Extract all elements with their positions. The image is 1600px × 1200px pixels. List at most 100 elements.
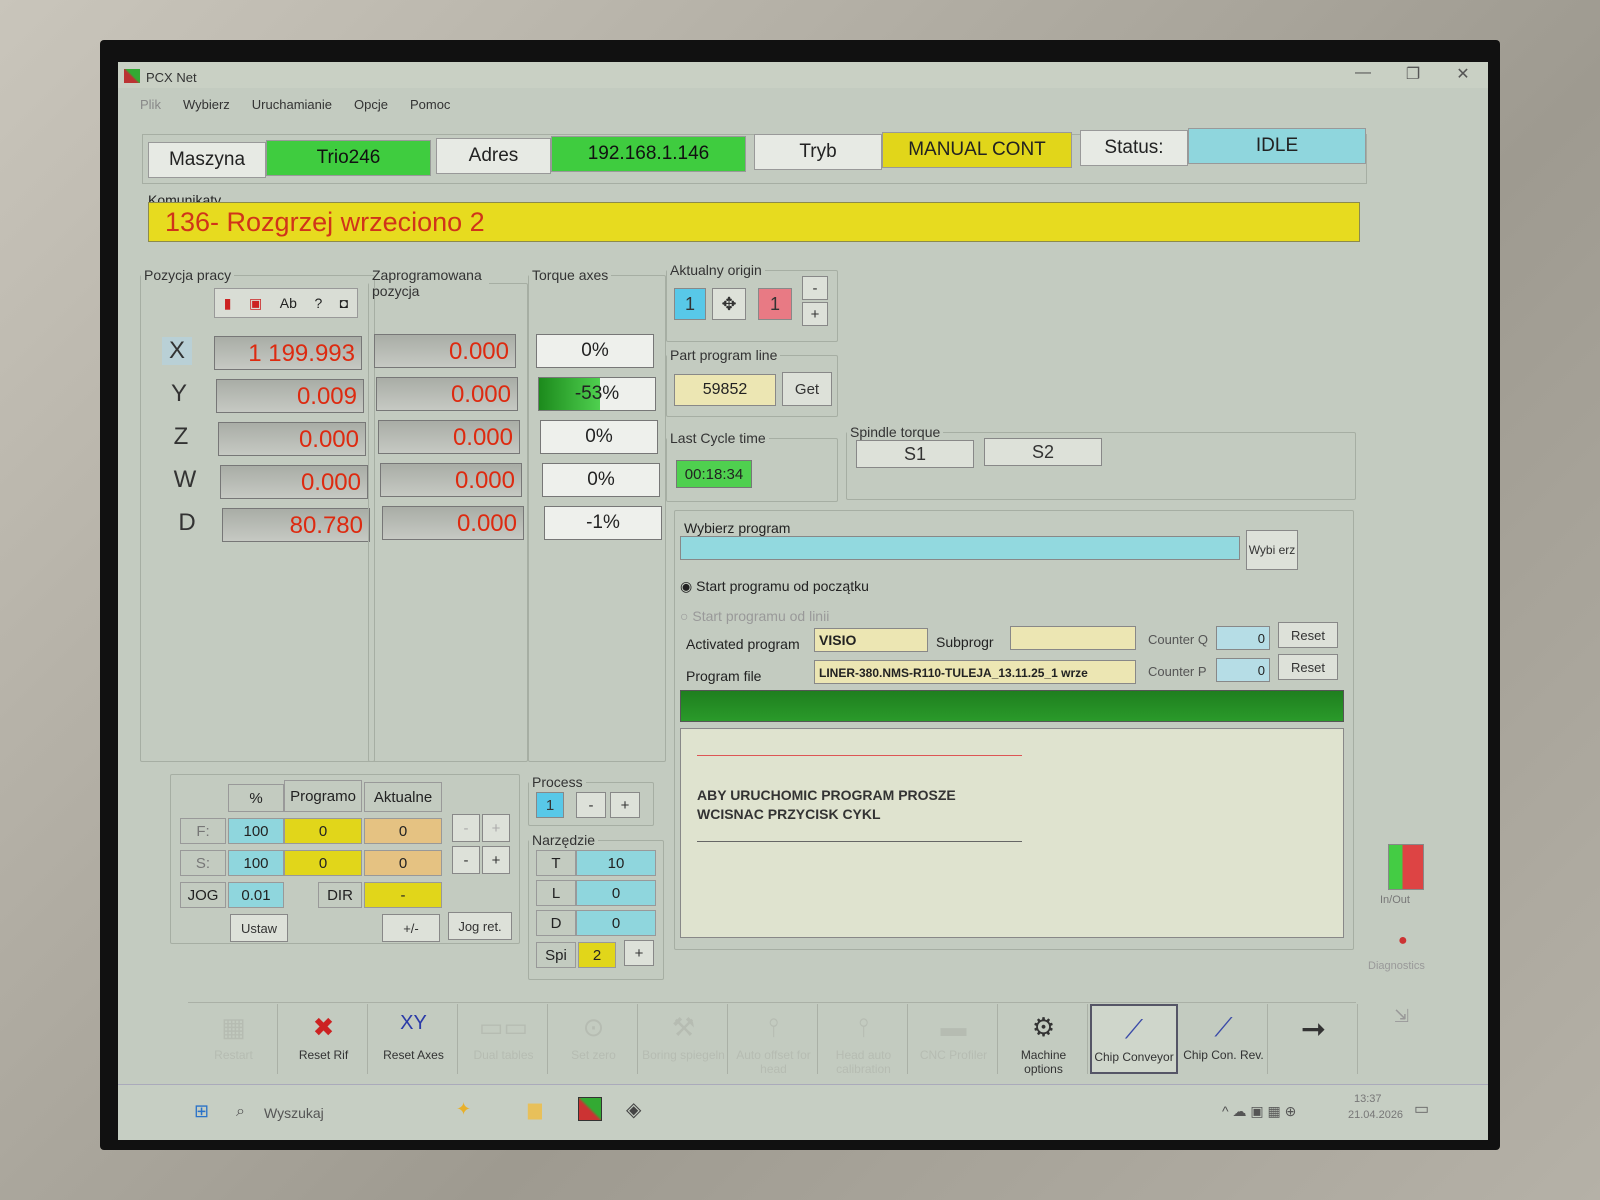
machine-options-tool[interactable]: ⚙ Machine options [1000, 1004, 1088, 1076]
pos-w-value: 0.000 [220, 465, 368, 499]
folder-icon[interactable]: ▆ [528, 1099, 542, 1120]
programmed-position-label: Zaprogramowana pozycja [372, 267, 482, 299]
reset-axes-tool[interactable]: XY Reset Axes [370, 1004, 458, 1074]
tool-t-value[interactable]: 10 [576, 850, 656, 876]
torque-axes-label: Torque axes [532, 267, 609, 283]
windows-start-icon[interactable]: ⊞ [194, 1101, 209, 1122]
auto-offset-label: Auto offset for head [736, 1048, 811, 1076]
spindle-s1: S1 [856, 440, 974, 468]
radio-from-line[interactable]: ○ Start programu od linii [680, 608, 829, 624]
tray-icons[interactable]: ^ ☁ ▣ ▦ ⊕ [1222, 1103, 1296, 1120]
head-calibration-tool[interactable]: ⫯ Head auto calibration [820, 1004, 908, 1076]
tool-l-label: L [536, 880, 576, 906]
jog-value[interactable]: 0.01 [228, 882, 284, 908]
spindle-plus[interactable]: + [624, 940, 654, 966]
menu-pomoc[interactable]: Pomoc [410, 97, 450, 112]
menu-opcje[interactable]: Opcje [354, 97, 388, 112]
set-zero-icon: ⊙ [582, 1012, 605, 1042]
chip-conveyor-rev-tool[interactable]: ⟋ Chip Con. Rev. [1180, 1004, 1268, 1074]
minimize-button[interactable]: — [1348, 64, 1378, 82]
inout-icon[interactable] [1388, 844, 1424, 890]
spindle-value[interactable]: 2 [578, 942, 616, 968]
text-icon[interactable]: Ab [280, 295, 297, 311]
grid-icon[interactable]: ◘ [340, 295, 348, 311]
restart-tool[interactable]: ▦ Restart [190, 1004, 278, 1074]
taskbar: ⊞ ⌕ Wyszukaj ✦ ▆ ◈ ^ ☁ ▣ ▦ ⊕ 13:37 21.04… [118, 1084, 1488, 1140]
set-zero-tool[interactable]: ⊙ Set zero [550, 1004, 638, 1074]
axis-d-label: D [178, 509, 196, 536]
process-value[interactable]: 1 [536, 792, 564, 818]
conveyor-reverse-icon: ⟋ [1214, 1012, 1233, 1042]
auto-offset-tool[interactable]: ⫯ Auto offset for head [730, 1004, 818, 1076]
torque-y: -53% [538, 377, 656, 411]
process-minus[interactable]: - [576, 792, 606, 818]
arrow-right-icon: ➞ [1300, 1013, 1327, 1046]
prog-x-value: 0.000 [374, 334, 516, 368]
star-icon[interactable]: ✦ [456, 1099, 471, 1120]
next-page-tool[interactable]: ➞ [1270, 1004, 1358, 1074]
feed-s-pct[interactable]: 100 [228, 850, 284, 876]
status-value: IDLE [1188, 128, 1366, 164]
feed-f-label: F: [180, 818, 226, 844]
help-icon[interactable]: ? [314, 295, 322, 311]
address-label: Adres [436, 138, 551, 174]
radio-from-start[interactable]: ◉ Start programu od początku [680, 578, 869, 595]
tool-d-value[interactable]: 0 [576, 910, 656, 936]
get-button[interactable]: Get [782, 372, 832, 406]
part-program-line-value[interactable]: 59852 [674, 374, 776, 406]
counter-q-reset-button[interactable]: Reset [1278, 622, 1338, 648]
profiler-icon: ▬ [940, 1012, 967, 1042]
plusminus-button[interactable]: +/- [382, 914, 440, 942]
origin-label: Aktualny origin [670, 262, 762, 278]
ustaw-button[interactable]: Ustaw [230, 914, 288, 942]
probe-icon: ⫯ [767, 1012, 780, 1042]
cnc-profiler-tool[interactable]: ▬ CNC Profiler [910, 1004, 998, 1074]
feed-f-pct[interactable]: 100 [228, 818, 284, 844]
diagnostics-icon[interactable]: ● [1398, 932, 1408, 950]
tool-l-value[interactable]: 0 [576, 880, 656, 906]
pos-z-value: 0.000 [218, 422, 366, 456]
move-icon[interactable]: ✥ [712, 288, 746, 320]
save-icon[interactable]: ▣ [249, 295, 262, 312]
radio-from-line-label: Start programu od linii [692, 608, 830, 624]
counter-p-reset-button[interactable]: Reset [1278, 654, 1338, 680]
network-app-icon[interactable]: ◈ [626, 1097, 641, 1122]
marker-icon[interactable]: ▮ [224, 295, 232, 312]
set-zero-label: Set zero [571, 1048, 616, 1062]
origin-left-value[interactable]: 1 [674, 288, 706, 320]
spindle-s2: S2 [984, 438, 1102, 466]
program-path-field[interactable] [680, 536, 1240, 560]
restore-button[interactable]: ❐ [1398, 64, 1428, 84]
pcx-net-taskbar-icon[interactable] [578, 1097, 602, 1121]
feed-s-plus[interactable]: + [482, 846, 510, 874]
menu-plik[interactable]: Plik [140, 97, 161, 112]
tool-t-label: T [536, 850, 576, 876]
feed-header-prog: Programo [284, 780, 362, 812]
exit-icon[interactable]: ⇲ [1394, 1006, 1409, 1027]
program-progress-bar [680, 690, 1344, 722]
reset-rif-tool[interactable]: ✖ Reset Rif [280, 1004, 368, 1074]
close-button[interactable]: ✕ [1448, 64, 1478, 84]
feed-s-minus[interactable]: - [452, 846, 480, 874]
menu-uruchamianie[interactable]: Uruchamianie [252, 97, 332, 112]
taskbar-search[interactable]: Wyszukaj [264, 1105, 324, 1121]
select-program-button[interactable]: Wybi erz [1246, 530, 1298, 570]
notification-icon[interactable]: ▭ [1414, 1099, 1429, 1119]
dir-value[interactable]: - [364, 882, 442, 908]
origin-plus-button[interactable]: + [802, 302, 828, 326]
jog-ret-button[interactable]: Jog ret. [448, 912, 512, 940]
process-plus[interactable]: + [610, 792, 640, 818]
feed-f-minus[interactable]: - [452, 814, 480, 842]
reset-rif-icon: ✖ [312, 1012, 335, 1042]
menu-wybierz[interactable]: Wybierz [183, 97, 230, 112]
boring-tool[interactable]: ⚒ Boring spiegeln [640, 1004, 728, 1074]
dual-tables-tool[interactable]: ▭▭ Dual tables [460, 1004, 548, 1074]
chip-conveyor-tool[interactable]: ⟋ Chip Conveyor [1090, 1004, 1178, 1074]
search-icon[interactable]: ⌕ [236, 1103, 245, 1121]
last-cycle-label: Last Cycle time [670, 430, 766, 446]
origin-right-value[interactable]: 1 [758, 288, 792, 320]
activated-program-label: Activated program [686, 636, 800, 652]
feed-f-plus[interactable]: + [482, 814, 510, 842]
reset-rif-label: Reset Rif [298, 1048, 349, 1062]
origin-minus-button[interactable]: - [802, 276, 828, 300]
